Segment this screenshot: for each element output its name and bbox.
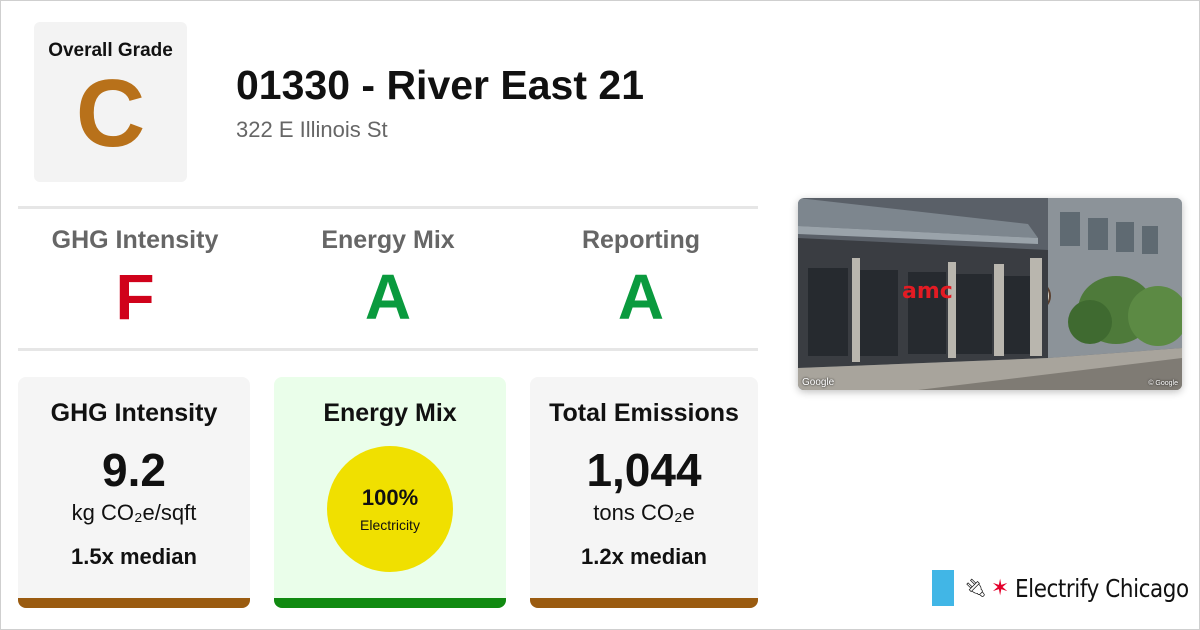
photo-credit: Google xyxy=(802,377,835,388)
card-title: Total Emissions xyxy=(549,399,739,427)
card-title: Energy Mix xyxy=(323,399,457,427)
energy-mix-source: Electricity xyxy=(360,517,420,533)
building-title: 01330 - River East 21 xyxy=(236,62,644,108)
divider-bottom xyxy=(18,348,758,351)
building-street-view-image: amc Google © Google xyxy=(798,198,1182,390)
card-ghg-intensity: GHG Intensity 9.2 kg CO₂e/sqft 1.5x medi… xyxy=(18,377,250,608)
energy-mix-percent: 100% xyxy=(361,485,419,510)
card-median: 1.2x median xyxy=(581,544,707,569)
grade-letter: A xyxy=(617,261,665,333)
brand-logo[interactable]: 🔌︎ ✶ Electrify Chicago xyxy=(932,570,1200,606)
grade-ghg-intensity: GHG Intensity F xyxy=(10,226,260,329)
card-total-emissions: Total Emissions 1,044 tons CO₂e 1.2x med… xyxy=(530,377,758,608)
card-value: 1,044 xyxy=(586,444,702,496)
photo-credit-small: © Google xyxy=(1148,380,1178,387)
card-accent-bar xyxy=(530,598,758,608)
grade-label: Energy Mix xyxy=(321,226,455,254)
grade-energy-mix: Energy Mix A xyxy=(263,226,513,329)
energy-mix-circle: 100% Electricity xyxy=(327,446,453,572)
card-accent-bar xyxy=(18,598,250,608)
brand-name: Electrify Chicago xyxy=(1015,573,1190,603)
card-unit: tons CO₂e xyxy=(593,500,695,525)
overall-grade-box: Overall Grade C xyxy=(34,22,187,182)
grade-label: GHG Intensity xyxy=(51,226,219,254)
grade-letter: A xyxy=(364,261,412,333)
card-energy-mix: Energy Mix 100% Electricity xyxy=(274,377,506,608)
overall-grade-label: Overall Grade xyxy=(48,40,173,61)
grade-letter: F xyxy=(115,261,155,333)
card-unit: kg CO₂e/sqft xyxy=(71,500,197,525)
grade-reporting: Reporting A xyxy=(516,226,766,329)
plug-icon: 🔌︎ xyxy=(964,577,987,598)
card-median: 1.5x median xyxy=(71,544,197,569)
card-title: GHG Intensity xyxy=(50,399,218,427)
overall-grade-letter: C xyxy=(75,60,146,167)
card-value: 9.2 xyxy=(102,444,166,496)
star-icon: ✶ xyxy=(990,575,1010,600)
grade-label: Reporting xyxy=(581,226,701,254)
card-accent-bar xyxy=(274,598,506,608)
chicago-flag-icon xyxy=(932,570,954,606)
divider-top xyxy=(18,206,758,209)
building-address: 322 E Illinois St xyxy=(236,117,388,142)
amc-sign: amc xyxy=(902,279,953,304)
